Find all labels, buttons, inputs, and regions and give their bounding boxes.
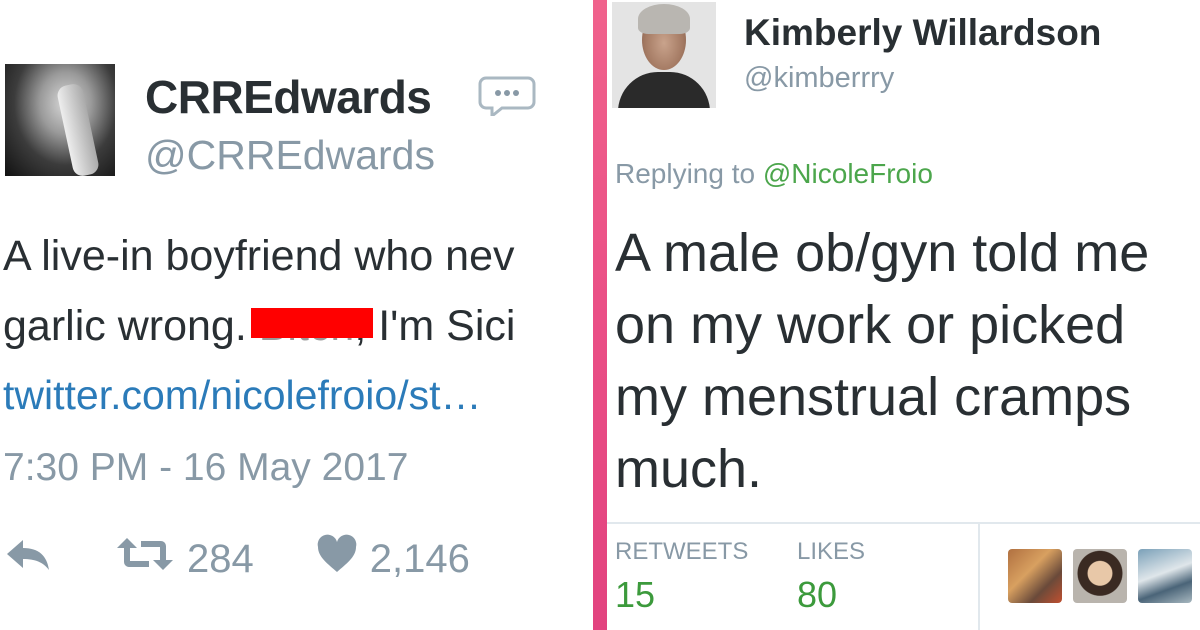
speech-bubble-icon (478, 74, 536, 120)
like-count: 2,146 (369, 536, 470, 581)
tweet-link[interactable]: twitter.com/nicolefroio/st… (3, 372, 482, 419)
replying-to: Replying to @NicoleFroio (615, 158, 933, 190)
handle[interactable]: @kimberrry (744, 62, 894, 95)
tweet-text-line: A male ob/gyn told me (615, 223, 1150, 283)
liker-avatar[interactable] (1073, 549, 1127, 603)
left-tweet-card: CRREdwards @CRREdwards A live-in boyfrie… (0, 0, 593, 630)
reply-icon[interactable] (3, 534, 51, 584)
avatar[interactable] (5, 64, 115, 178)
retweet-icon[interactable] (115, 534, 175, 584)
tweet-text-start: garlic wrong. (3, 302, 259, 350)
likes-stat[interactable]: LIKES 80 (797, 538, 865, 616)
tweet-actions: 284 2,146 (3, 534, 470, 584)
tweet-text-line: A live-in boyfriend who nev (3, 232, 515, 280)
retweets-count: 15 (615, 574, 656, 615)
tweet-text-line: much. (615, 439, 763, 499)
liker-avatar[interactable] (1008, 549, 1062, 603)
red-redaction-bar (250, 308, 373, 338)
stats-vertical-divider (978, 524, 980, 630)
stats-divider (607, 522, 1200, 524)
display-name[interactable]: CRREdwards (145, 70, 432, 124)
heart-icon[interactable] (316, 534, 358, 584)
tweet-text-line: garlic wrong. Bitch, I'm Sici (3, 302, 515, 351)
panel-divider (593, 0, 607, 630)
right-tweet-card: Kimberly Willardson @kimberrry Replying … (607, 0, 1200, 630)
liker-avatar[interactable] (1138, 549, 1192, 603)
replying-prefix: Replying to (615, 158, 763, 189)
tweet-text-line: on my work or picked (615, 295, 1126, 355)
display-name[interactable]: Kimberly Willardson (744, 12, 1101, 54)
retweets-stat[interactable]: RETWEETS 15 (615, 538, 748, 616)
timestamp[interactable]: 7:30 PM - 16 May 2017 (3, 446, 408, 490)
mention-link[interactable]: @NicoleFroio (763, 158, 933, 189)
handle[interactable]: @CRREdwards (145, 132, 435, 179)
tweet-text-end: , I'm Sici (354, 302, 516, 350)
retweets-label: RETWEETS (615, 538, 749, 565)
likes-count: 80 (797, 574, 838, 615)
retweet-count: 284 (187, 536, 254, 581)
tweet-text-line: my menstrual cramps (615, 367, 1132, 427)
likes-label: LIKES (797, 538, 866, 565)
struck-word: Bitch (250, 302, 373, 351)
avatar[interactable] (612, 2, 716, 108)
